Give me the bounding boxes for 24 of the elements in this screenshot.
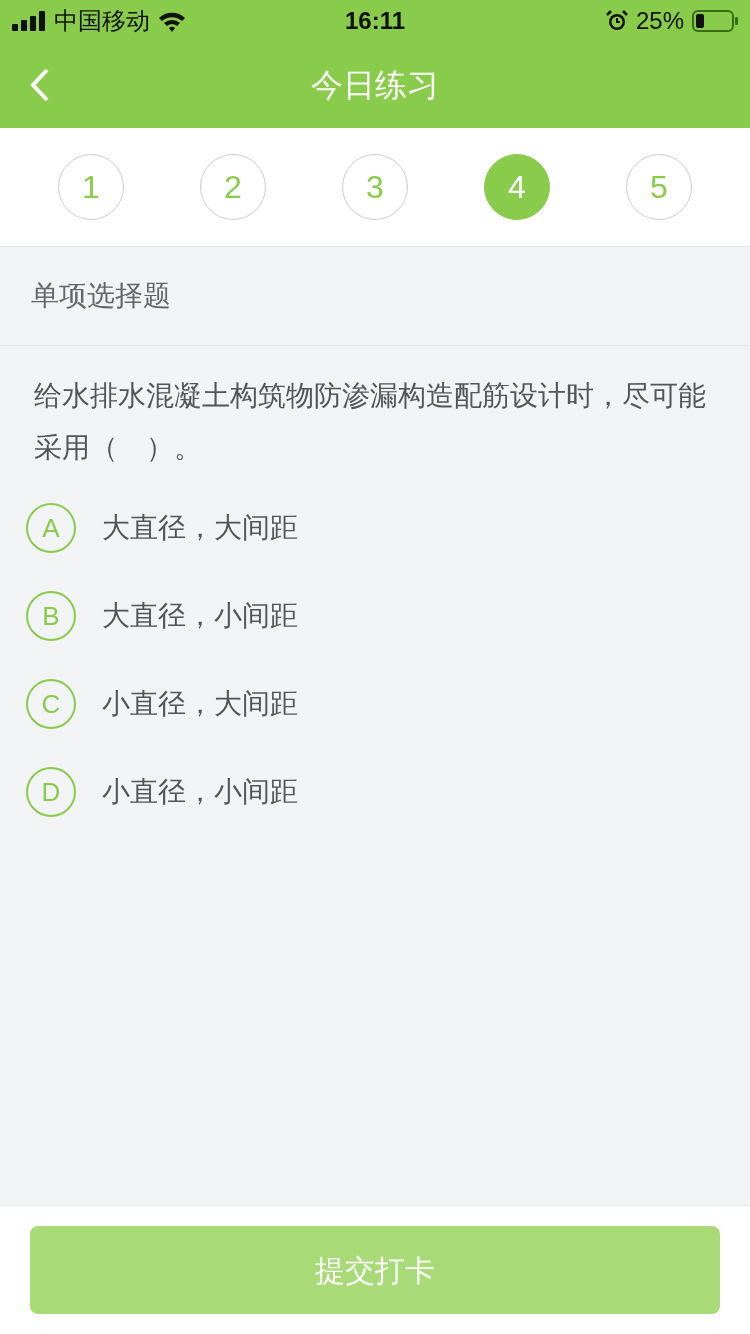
option-radio[interactable]: A <box>26 503 76 553</box>
option-text[interactable]: 大直径，大间距 <box>102 507 298 549</box>
question-type: 单项选择题 <box>31 279 171 313</box>
option-radio[interactable]: D <box>26 767 76 817</box>
carrier-name: 中国移动 <box>54 6 150 36</box>
battery-percentage: 25% <box>635 6 684 36</box>
back-icon <box>30 68 50 102</box>
question-text: 给水排水混凝土构筑物防渗漏构造配筋设计时，尽可能采用（ ）。 <box>33 379 707 465</box>
page-title: 今日练习 <box>311 66 439 105</box>
clock-time: 16:11 <box>344 6 406 36</box>
option-radio[interactable]: C <box>26 679 76 729</box>
question-number-tab[interactable]: 2 <box>200 154 266 220</box>
question-number-tab[interactable]: 4 <box>484 154 550 220</box>
question-number-tab[interactable]: 1 <box>58 154 124 220</box>
option-text[interactable]: 小直径，小间距 <box>102 771 298 813</box>
question-number-tab[interactable]: 3 <box>342 154 408 220</box>
option-text[interactable]: 小直径，大间距 <box>102 683 298 725</box>
battery-icon <box>692 10 738 32</box>
wifi-icon <box>158 10 186 32</box>
alarm-icon <box>605 10 628 32</box>
signal-icon <box>12 11 46 31</box>
option-radio[interactable]: B <box>26 591 76 641</box>
option-text[interactable]: 大直径，小间距 <box>102 595 298 637</box>
question-number-tab[interactable]: 5 <box>626 154 692 220</box>
